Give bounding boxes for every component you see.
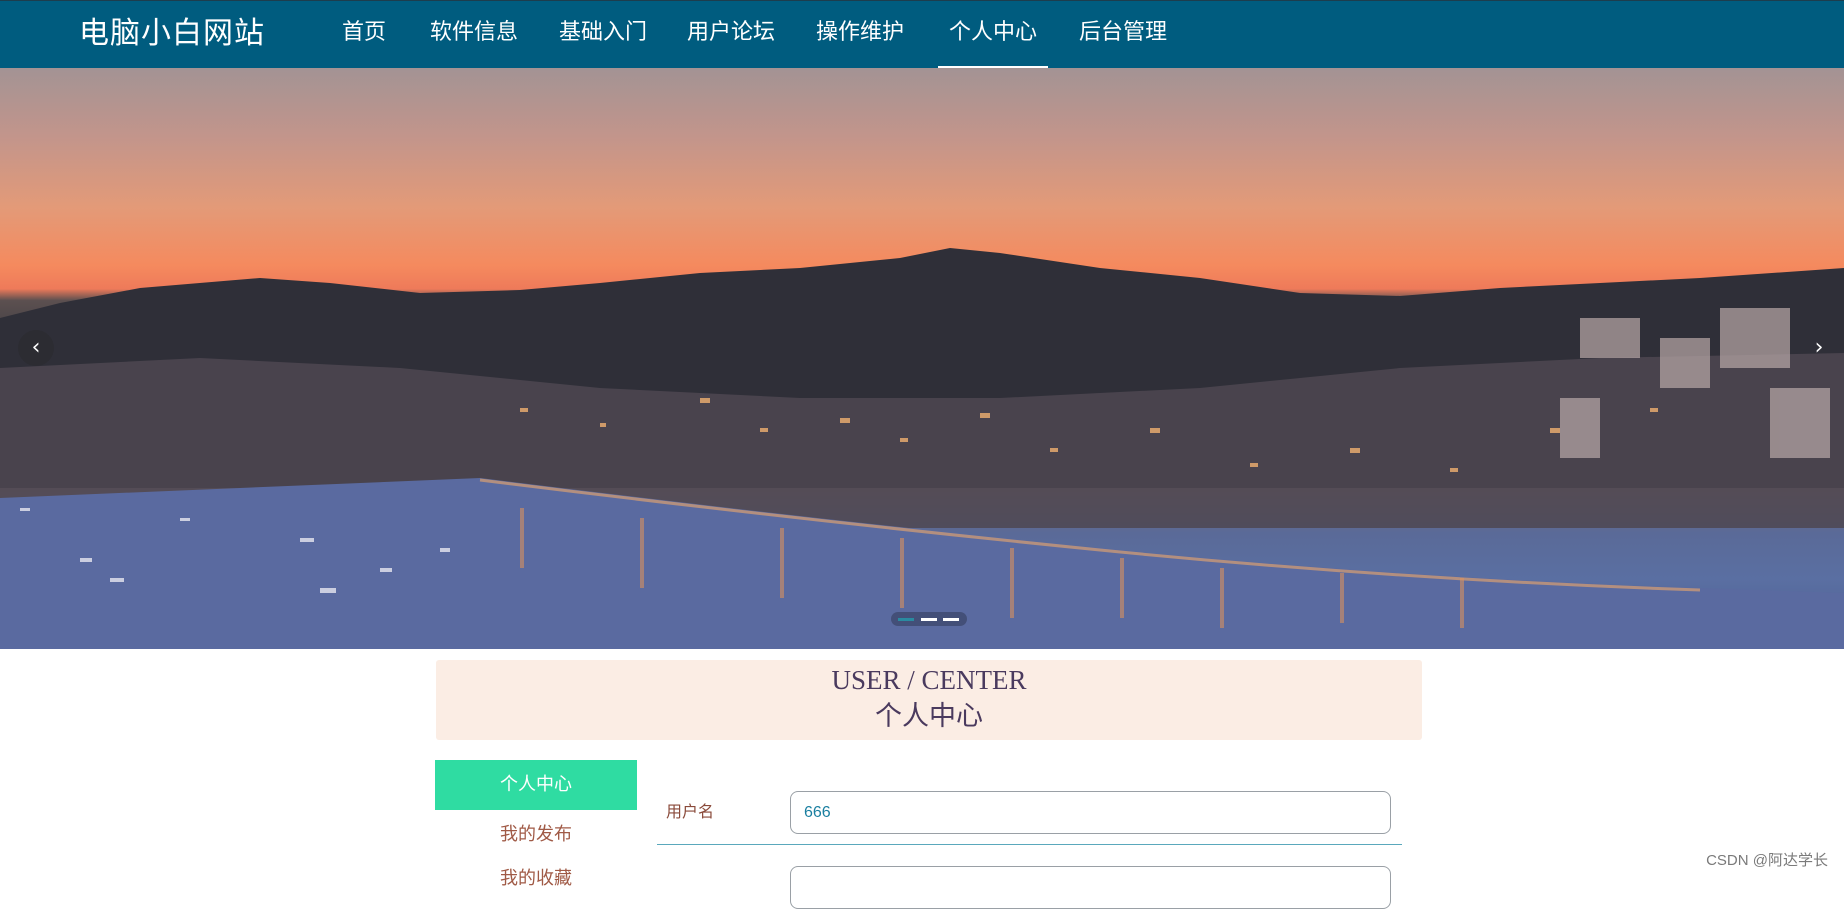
banner-carousel: ‹ › [0, 68, 1844, 649]
nav-item-home[interactable]: 首页 [341, 1, 387, 69]
nav-item-maintenance[interactable]: 操作维护 [815, 1, 905, 69]
carousel-next-icon[interactable]: › [1801, 330, 1837, 366]
carousel-indicator[interactable] [921, 618, 937, 621]
side-menu-my-posts[interactable]: 我的发布 [435, 810, 637, 860]
username-input[interactable] [790, 791, 1391, 834]
site-brand[interactable]: 电脑小白网站 [79, 13, 265, 55]
carousel-indicator[interactable] [943, 618, 959, 621]
carousel-indicators [891, 612, 967, 626]
csdn-watermark: CSDN @阿达学长 [1706, 852, 1828, 869]
carousel-indicator[interactable] [898, 618, 914, 621]
top-navbar: 电脑小白网站 首页 软件信息 基础入门 用户论坛 操作维护 个人中心 后台管理 [0, 0, 1844, 69]
nav-item-admin[interactable]: 后台管理 [1078, 1, 1168, 69]
side-menu-user-center[interactable]: 个人中心 [435, 760, 637, 810]
user-center-header: USER / CENTER 个人中心 [436, 660, 1422, 740]
username-label: 用户名 [666, 802, 715, 821]
side-menu-my-favorites[interactable]: 我的收藏 [435, 868, 637, 890]
section-title-en: USER / CENTER [831, 665, 1027, 695]
form-divider [657, 844, 1402, 845]
nav-item-forum[interactable]: 用户论坛 [686, 1, 776, 69]
section-title-cn: 个人中心 [875, 701, 983, 732]
nav-item-software[interactable]: 软件信息 [429, 1, 519, 69]
nav-item-basics[interactable]: 基础入门 [558, 1, 648, 69]
nav-item-user-center[interactable]: 个人中心 [938, 1, 1048, 69]
banner-image [0, 248, 1844, 649]
next-field-input[interactable] [790, 866, 1391, 909]
carousel-prev-icon[interactable]: ‹ [18, 330, 54, 366]
